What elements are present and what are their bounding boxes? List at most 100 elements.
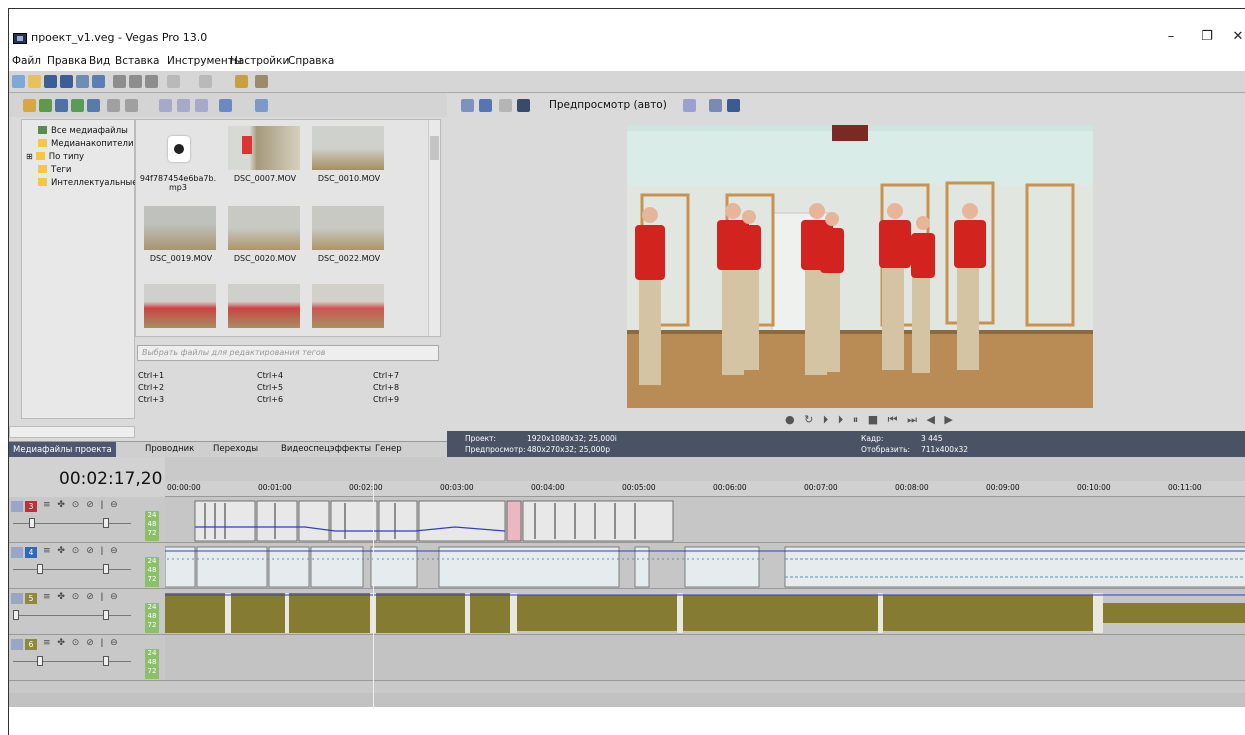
track-lane-video[interactable] bbox=[165, 497, 1245, 543]
track-controls[interactable]: ≡ ✤ ⊙ ⊘ ǀ ⊖ bbox=[43, 546, 120, 556]
new-icon[interactable] bbox=[12, 75, 25, 88]
render-icon[interactable] bbox=[76, 75, 89, 88]
overlays-icon[interactable] bbox=[683, 99, 696, 112]
tab-video-fx[interactable]: Видеоспецэффекты bbox=[281, 444, 371, 454]
track-minimize-icon[interactable] bbox=[11, 547, 23, 558]
scroll-thumb[interactable] bbox=[430, 136, 439, 160]
remove-icon[interactable] bbox=[107, 99, 120, 112]
preview-properties-icon[interactable] bbox=[461, 99, 474, 112]
expand-icon[interactable]: ⊞ bbox=[26, 152, 33, 161]
menu-help[interactable]: Справка bbox=[288, 55, 334, 67]
menu-settings[interactable]: Настройки bbox=[230, 55, 289, 67]
tree-item-tags[interactable]: Теги bbox=[38, 165, 71, 175]
menu-file[interactable]: Файл bbox=[12, 55, 41, 67]
get-media-icon[interactable] bbox=[71, 99, 84, 112]
media-item-video[interactable]: DSC_0020.MOV bbox=[222, 206, 302, 280]
auto-preview-icon[interactable] bbox=[195, 99, 208, 112]
volume-knob[interactable] bbox=[29, 518, 35, 528]
save-as-icon[interactable] bbox=[60, 75, 73, 88]
help-pointer-icon[interactable] bbox=[255, 75, 268, 88]
cut-icon[interactable] bbox=[113, 75, 126, 88]
menu-edit[interactable]: Правка bbox=[47, 55, 87, 67]
media-item-video[interactable]: DSC_0022.MOV bbox=[306, 206, 386, 280]
pan-knob[interactable] bbox=[103, 610, 109, 620]
add-bin-icon[interactable] bbox=[125, 99, 138, 112]
split-screen-icon[interactable] bbox=[517, 99, 530, 112]
volume-knob[interactable] bbox=[37, 564, 43, 574]
tab-generators[interactable]: Генер bbox=[375, 444, 402, 454]
track-minimize-icon[interactable] bbox=[11, 501, 23, 512]
stop-icon[interactable] bbox=[177, 99, 190, 112]
track-header[interactable]: 3 ≡ ✤ ⊙ ⊘ ǀ ⊖ 24 48 72 bbox=[9, 497, 165, 543]
media-item-video[interactable]: DSC_0007.MOV bbox=[222, 126, 302, 200]
maximize-button[interactable]: ❐ bbox=[1197, 29, 1217, 44]
tree-horizontal-scrollbar[interactable] bbox=[9, 426, 135, 438]
media-item-audio[interactable]: 94f787454e6ba7b.mp3 bbox=[138, 126, 218, 200]
track-header[interactable]: 4 ≡ ✤ ⊙ ⊘ ǀ ⊖ 24 48 72 bbox=[9, 543, 165, 589]
media-item-video[interactable] bbox=[306, 284, 386, 336]
media-fx-icon[interactable] bbox=[87, 99, 100, 112]
import-media-icon[interactable] bbox=[23, 99, 36, 112]
track-controls[interactable]: ≡ ✤ ⊙ ⊘ ǀ ⊖ bbox=[43, 592, 120, 602]
media-item-video[interactable]: DSC_0010.MOV bbox=[306, 126, 386, 200]
search-icon[interactable] bbox=[255, 99, 268, 112]
pan-knob[interactable] bbox=[103, 656, 109, 666]
preview-transport-controls[interactable]: ● ↻ ⏵ ⏵ ⏸ ■ ⏮ ⏭ ◀ ▶ bbox=[785, 413, 956, 427]
video-thumbnail bbox=[144, 284, 216, 328]
play-icon[interactable] bbox=[159, 99, 172, 112]
edit-tool-icon[interactable] bbox=[235, 75, 248, 88]
tag-edit-field[interactable]: Выбрать файлы для редактирования тегов bbox=[137, 345, 439, 361]
menu-view[interactable]: Вид bbox=[89, 55, 110, 67]
copy-icon[interactable] bbox=[129, 75, 142, 88]
tree-item-media-storage[interactable]: Медианакопители bbox=[38, 139, 134, 149]
preview-quality-dropdown[interactable]: Предпросмотр (авто) bbox=[549, 99, 667, 111]
time-ruler[interactable]: 00:00:00 00:01:00 00:02:00 00:03:00 00:0… bbox=[165, 481, 1245, 497]
pan-knob[interactable] bbox=[103, 518, 109, 528]
track-lane-empty[interactable] bbox=[165, 635, 1245, 681]
track-level-slider[interactable] bbox=[13, 569, 131, 570]
shortcut-label: Ctrl+5 bbox=[257, 383, 284, 392]
close-button[interactable]: ✕ bbox=[1231, 29, 1245, 44]
save-icon[interactable] bbox=[44, 75, 57, 88]
media-item-video[interactable] bbox=[222, 284, 302, 336]
track-controls[interactable]: ≡ ✤ ⊙ ⊘ ǀ ⊖ bbox=[43, 500, 120, 510]
tree-item-all-media[interactable]: Все медиафайлы bbox=[38, 126, 128, 136]
media-item-video[interactable] bbox=[138, 284, 218, 336]
track-controls[interactable]: ≡ ✤ ⊙ ⊘ ǀ ⊖ bbox=[43, 638, 120, 648]
capture-icon[interactable] bbox=[39, 99, 52, 112]
track-level-slider[interactable] bbox=[13, 615, 131, 616]
external-monitor-icon[interactable] bbox=[479, 99, 492, 112]
views-icon[interactable] bbox=[219, 99, 232, 112]
properties-icon[interactable] bbox=[92, 75, 105, 88]
track-lane-music[interactable] bbox=[165, 589, 1245, 635]
pan-knob[interactable] bbox=[103, 564, 109, 574]
get-photo-icon[interactable] bbox=[55, 99, 68, 112]
media-item-video[interactable]: DSC_0019.MOV bbox=[138, 206, 218, 280]
thumbnails-scrollbar[interactable] bbox=[428, 120, 440, 336]
timeline-scrollbar[interactable] bbox=[9, 693, 1245, 707]
minimize-button[interactable]: – bbox=[1161, 29, 1181, 44]
track-minimize-icon[interactable] bbox=[11, 639, 23, 650]
redo-icon[interactable] bbox=[199, 75, 212, 88]
open-icon[interactable] bbox=[28, 75, 41, 88]
volume-knob[interactable] bbox=[13, 610, 19, 620]
tab-transitions[interactable]: Переходы bbox=[213, 444, 258, 454]
menu-insert[interactable]: Вставка bbox=[115, 55, 160, 67]
track-header[interactable]: 6 ≡ ✤ ⊙ ⊘ ǀ ⊖ 24 48 72 bbox=[9, 635, 165, 681]
tab-explorer[interactable]: Проводник bbox=[145, 444, 194, 454]
tab-project-media[interactable]: Медиафайлы проекта bbox=[9, 442, 116, 458]
track-level-slider[interactable] bbox=[13, 661, 131, 662]
fx-icon[interactable] bbox=[499, 99, 512, 112]
track-lane-audio[interactable] bbox=[164, 543, 1245, 589]
undo-icon[interactable] bbox=[167, 75, 180, 88]
track-header[interactable]: 5 ≡ ✤ ⊙ ⊘ ǀ ⊖ 24 48 72 bbox=[9, 589, 165, 635]
preview-res-label: Предпросмотр: bbox=[465, 445, 526, 454]
playhead-cursor[interactable] bbox=[373, 481, 374, 709]
paste-icon[interactable] bbox=[145, 75, 158, 88]
tree-item-by-type[interactable]: ⊞ По типу bbox=[26, 152, 84, 162]
volume-knob[interactable] bbox=[37, 656, 43, 666]
copy-snapshot-icon[interactable] bbox=[709, 99, 722, 112]
track-minimize-icon[interactable] bbox=[11, 593, 23, 604]
save-snapshot-icon[interactable] bbox=[727, 99, 740, 112]
tree-item-smart[interactable]: Интеллектуальные bbox=[38, 178, 137, 188]
